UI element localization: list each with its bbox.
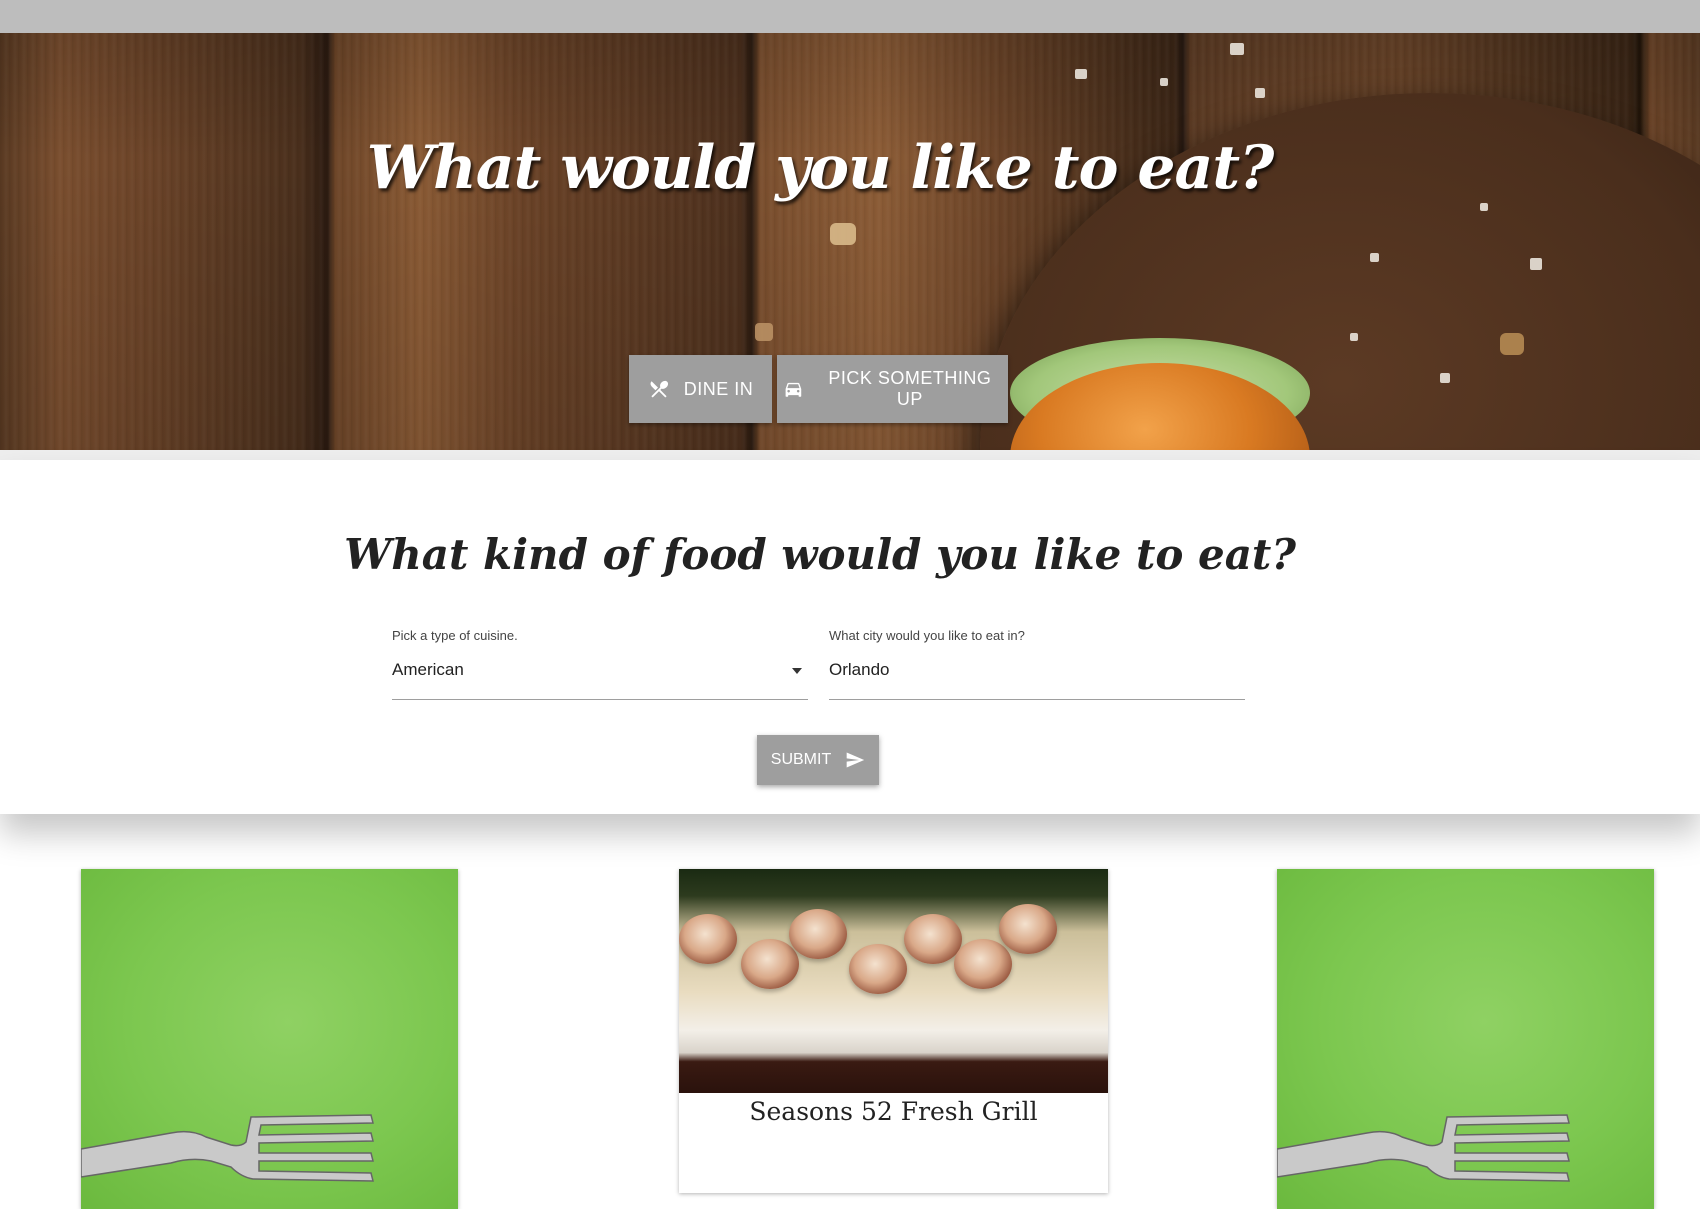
- hero-title: What would you like to eat?: [366, 133, 1275, 203]
- scallop: [789, 909, 847, 959]
- bread-crumb: [830, 223, 856, 245]
- salt-crystal: [1440, 373, 1450, 383]
- bread-crumb: [1500, 333, 1524, 355]
- scallop: [954, 939, 1012, 989]
- browser-top-bar: [0, 0, 1700, 33]
- fork-icon: [81, 1114, 374, 1182]
- salt-crystal: [1160, 78, 1168, 86]
- salt-crystal: [1230, 43, 1244, 55]
- salt-crystal: [1370, 253, 1379, 262]
- hero-divider: [0, 450, 1700, 460]
- pick-something-up-button[interactable]: PICK SOMETHING UP: [777, 355, 1008, 423]
- scallop: [849, 944, 907, 994]
- salt-crystal: [1350, 333, 1358, 341]
- city-underline: [829, 699, 1245, 700]
- result-card[interactable]: Seasons 52 Fresh Grill: [679, 869, 1108, 1193]
- cuisine-value: American: [392, 660, 464, 679]
- city-label: What city would you like to eat in?: [829, 628, 1025, 643]
- scallops-dish-image: [679, 869, 1108, 1093]
- salt-crystal: [1480, 203, 1488, 211]
- scallop: [741, 939, 799, 989]
- search-form-section: What kind of food would you like to eat?…: [0, 460, 1700, 814]
- chevron-down-icon[interactable]: [792, 668, 802, 674]
- search-title: What kind of food would you like to eat?: [344, 530, 1296, 579]
- dine-in-label: DINE IN: [683, 378, 754, 399]
- fork-knife-icon: [650, 380, 668, 398]
- pick-something-up-label: PICK SOMETHING UP: [828, 368, 992, 409]
- fork-icon: [1277, 1114, 1570, 1182]
- submit-button[interactable]: SUBMIT: [757, 735, 879, 785]
- salt-crystal: [1255, 88, 1265, 98]
- bread-crumb: [755, 323, 773, 341]
- dine-in-button[interactable]: DINE IN: [629, 355, 772, 423]
- city-input[interactable]: What city would you like to eat in? Orla…: [829, 628, 1245, 700]
- restaurant-name: Seasons 52 Fresh Grill: [749, 1097, 1038, 1126]
- result-card[interactable]: [81, 869, 458, 1209]
- salt-crystal: [1075, 69, 1087, 79]
- cuisine-underline: [392, 699, 808, 700]
- city-value: Orlando: [829, 660, 890, 679]
- salt-crystal: [1530, 258, 1542, 270]
- car-icon: [785, 382, 802, 397]
- scallop: [904, 914, 962, 964]
- cuisine-label: Pick a type of cuisine.: [392, 628, 518, 643]
- cuisine-select[interactable]: Pick a type of cuisine. American: [392, 628, 808, 700]
- scallop: [679, 914, 737, 964]
- submit-label: SUBMIT: [770, 751, 832, 768]
- scallop: [999, 904, 1057, 954]
- result-card[interactable]: [1277, 869, 1654, 1209]
- send-icon: [846, 752, 865, 768]
